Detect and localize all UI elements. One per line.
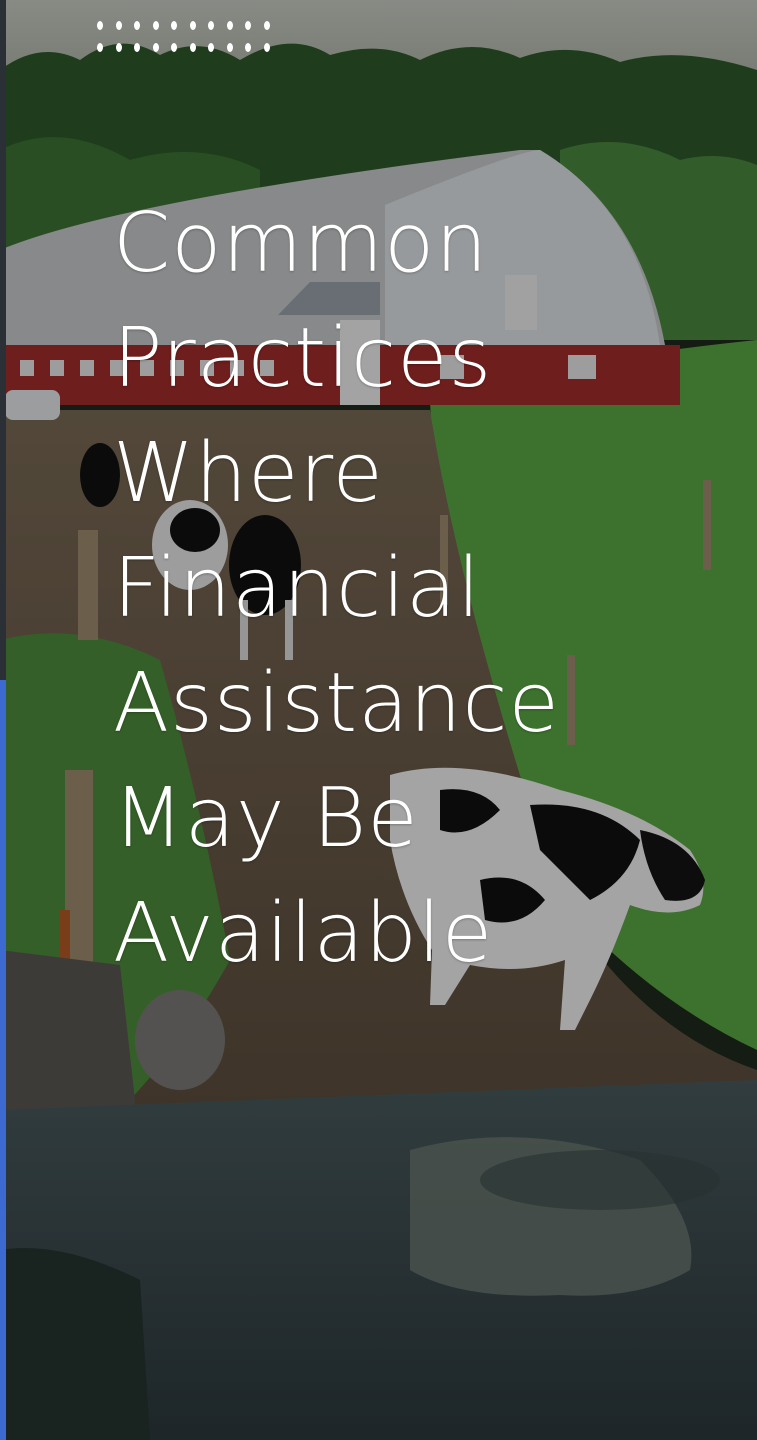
- dot: [134, 20, 140, 30]
- left-accent-strip-blue: [0, 680, 6, 1440]
- decorative-dot-grid: [97, 14, 287, 64]
- dot: [134, 42, 140, 52]
- dot: [115, 42, 122, 52]
- dot: [189, 42, 196, 52]
- slide-title: Common Practices Where Financial Assista…: [113, 196, 560, 981]
- dot: [171, 42, 177, 52]
- slide: Common Practices Where Financial Assista…: [0, 0, 757, 1440]
- dot: [97, 20, 103, 30]
- dot: [189, 20, 196, 30]
- dot: [263, 42, 270, 52]
- dot: [171, 20, 177, 30]
- dot: [263, 20, 270, 30]
- dot: [152, 20, 159, 30]
- dot: [226, 42, 233, 52]
- dot: [245, 20, 251, 30]
- dot: [152, 42, 159, 52]
- dot: [226, 20, 233, 30]
- dot: [97, 42, 103, 52]
- left-accent-strip-dark: [0, 0, 6, 680]
- dot: [115, 20, 122, 30]
- dot: [208, 42, 214, 52]
- dot: [208, 20, 214, 30]
- dot: [245, 42, 251, 52]
